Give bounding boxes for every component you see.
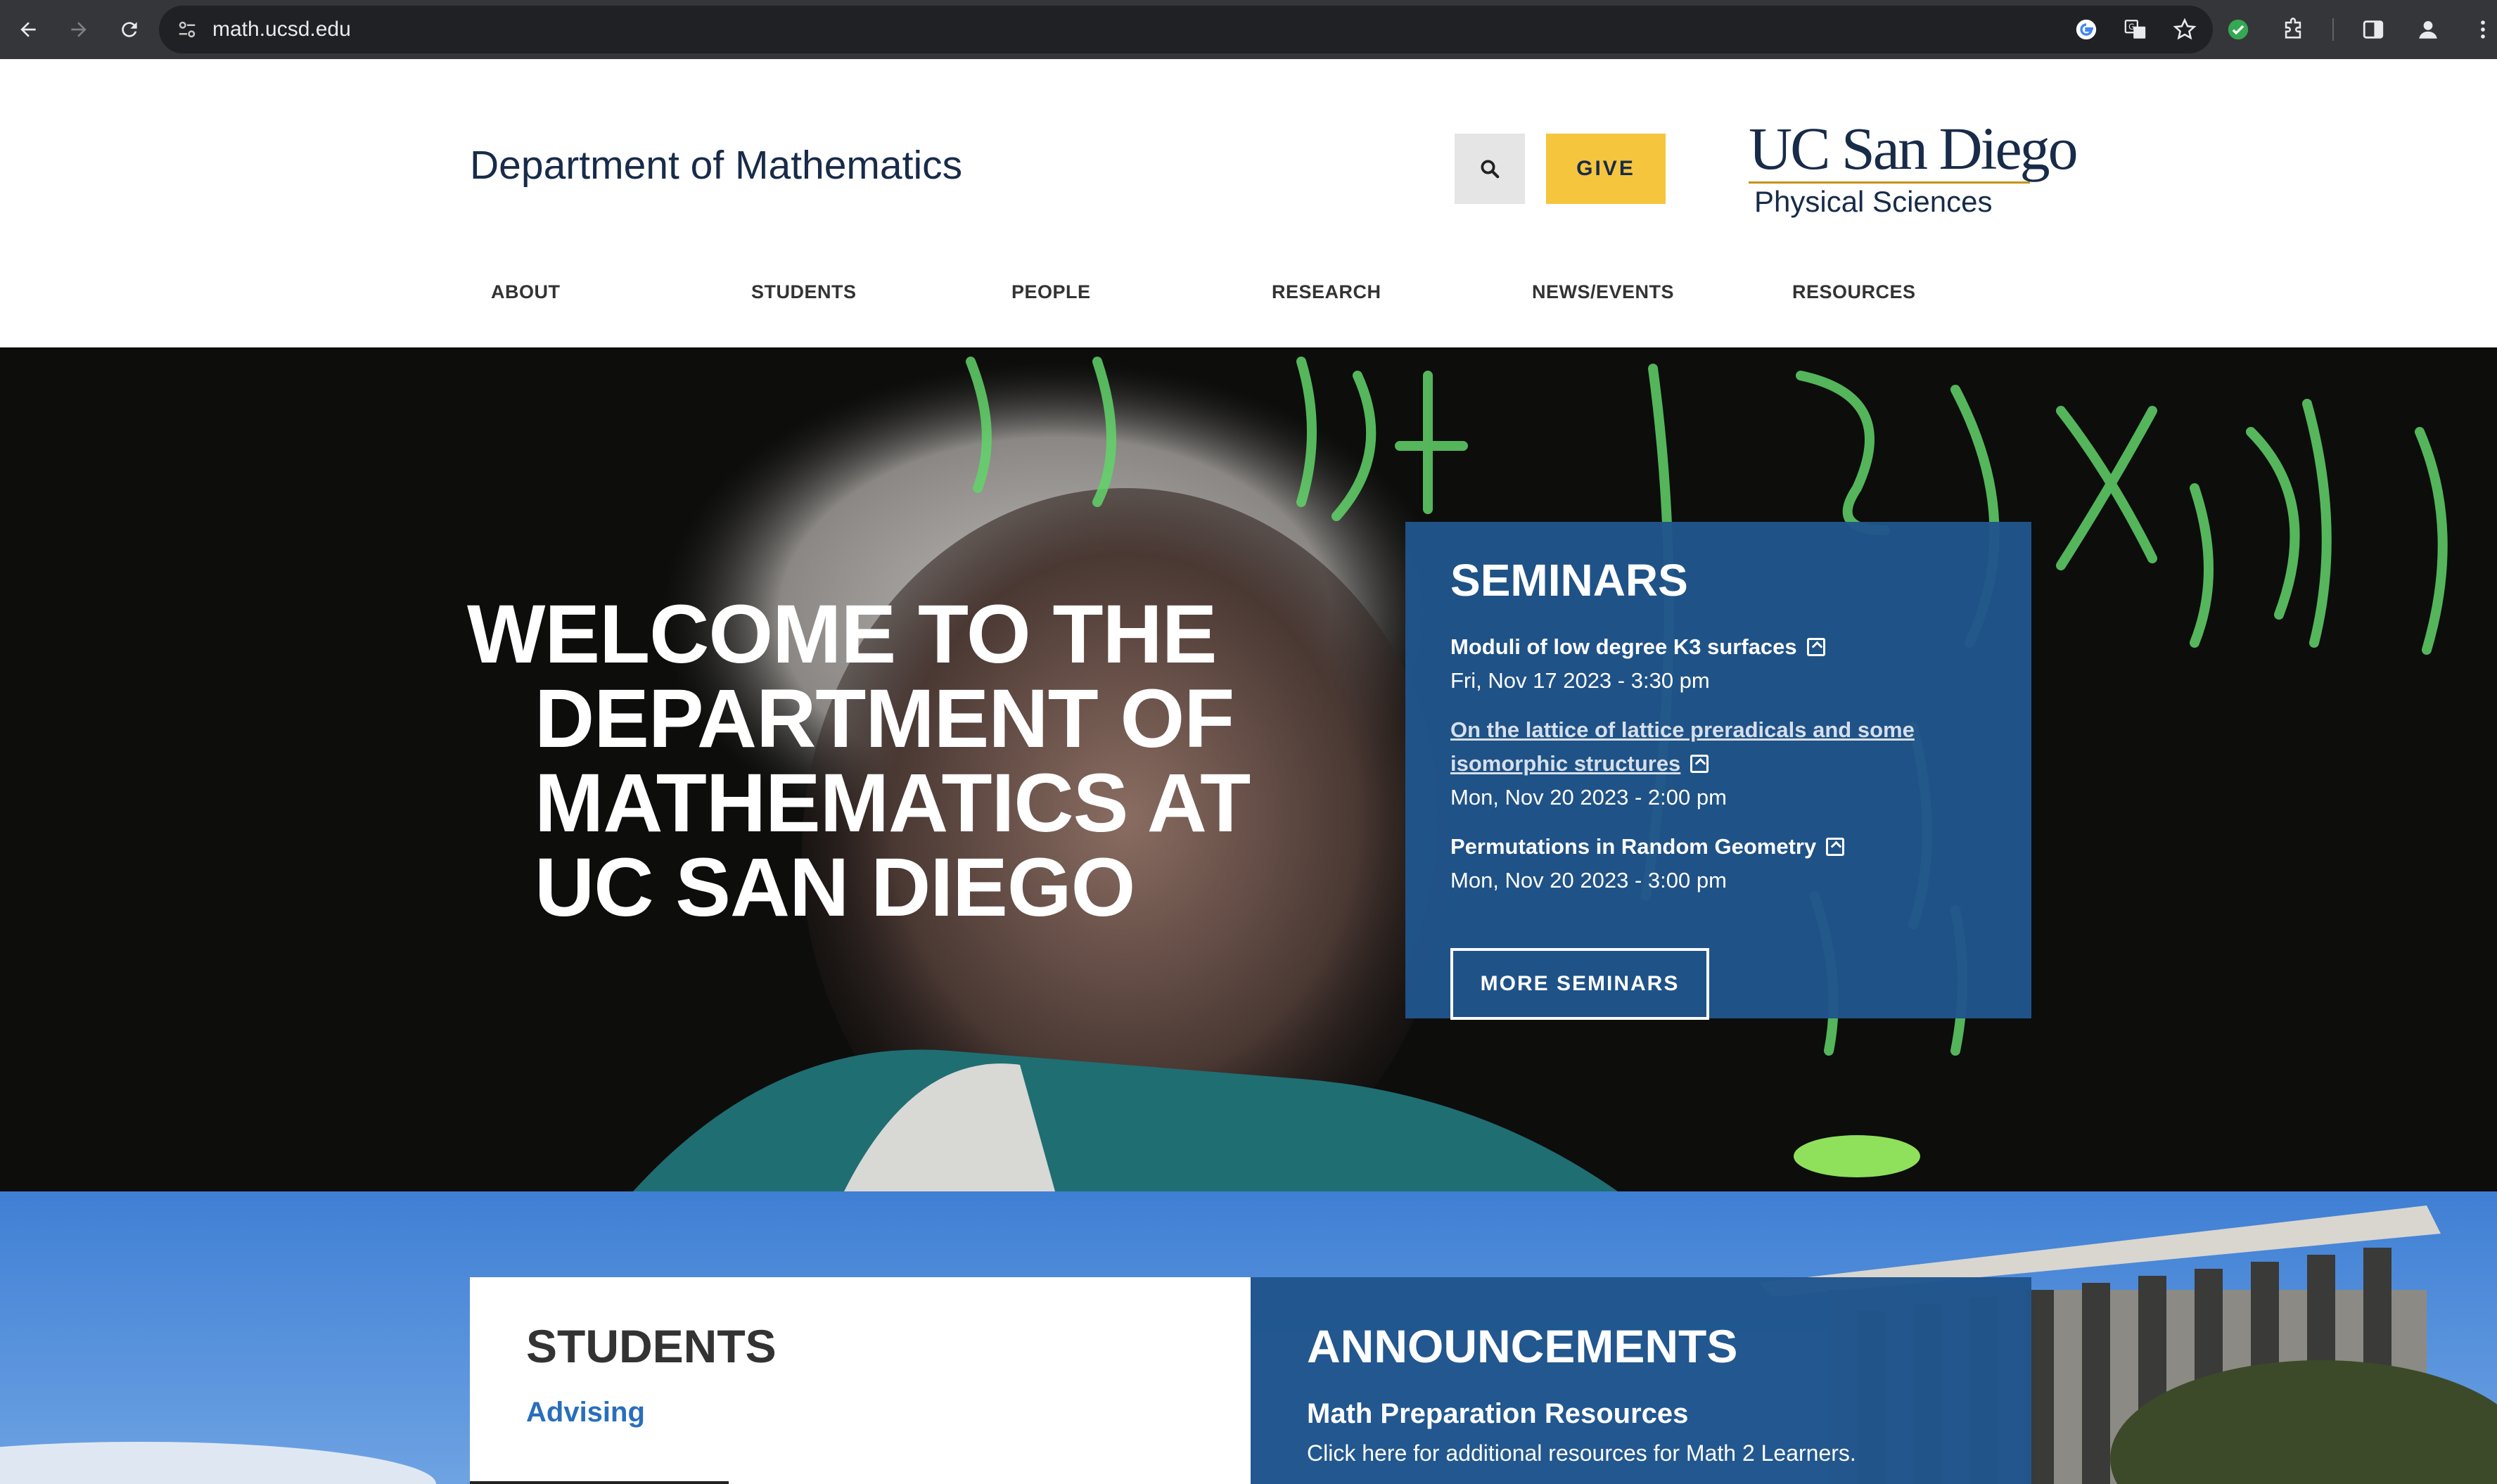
external-link-icon <box>1806 638 1825 656</box>
announcement-title-link[interactable]: Math Preparation Resources <box>1307 1395 1975 1432</box>
svg-text:G: G <box>2128 22 2135 32</box>
students-card: STUDENTS Advising <box>470 1277 1251 1484</box>
translate-icon[interactable]: G <box>2121 15 2150 44</box>
search-button[interactable] <box>1455 134 1525 204</box>
lower-section: STUDENTS Advising ANNOUNCEMENTS Math Pre… <box>0 1191 2497 1484</box>
reload-button[interactable] <box>107 7 152 52</box>
bookmark-star-icon[interactable] <box>2171 15 2199 44</box>
back-button[interactable] <box>6 7 51 52</box>
seminar-date: Mon, Nov 20 2023 - 3:00 pm <box>1450 868 1727 893</box>
forward-button[interactable] <box>56 7 101 52</box>
give-button[interactable]: GIVE <box>1546 134 1666 204</box>
welcome-line-4: UC SAN DIEGO <box>535 841 1135 934</box>
announcements-heading: ANNOUNCEMENTS <box>1307 1320 1738 1372</box>
seminars-heading: SEMINARS <box>1450 555 1688 606</box>
seminar-item: Permutations in Random Geometry Mon, Nov… <box>1450 830 1986 897</box>
nav-people[interactable]: PEOPLE <box>1011 281 1091 303</box>
site-header: Department of Mathematics GIVE UC San Di… <box>0 59 2497 347</box>
profile-avatar-icon[interactable] <box>2413 14 2444 45</box>
announcement-text[interactable]: Click here for additional resources for … <box>1307 1438 1975 1469</box>
arrow-left-icon <box>20 22 36 37</box>
more-seminars-button[interactable]: MORE SEMINARS <box>1450 948 1709 1020</box>
more-menu-icon[interactable] <box>2467 14 2497 45</box>
logo-wordmark: UC San Diego <box>1749 115 2078 182</box>
seminar-date: Mon, Nov 20 2023 - 2:00 pm <box>1450 785 1727 810</box>
browser-toolbar: math.ucsd.edu G <box>0 0 2497 59</box>
welcome-line-1: WELCOME TO THE <box>467 588 1217 681</box>
seminar-title-link[interactable]: On the lattice of lattice preradicals an… <box>1450 713 1986 781</box>
welcome-line-3: MATHEMATICS AT <box>535 757 1251 850</box>
url-text[interactable]: math.ucsd.edu <box>212 18 351 41</box>
logo-subtitle: Physical Sciences <box>1754 185 1993 218</box>
reload-icon <box>122 22 137 37</box>
main-navigation: ABOUT STUDENTS PEOPLE RESEARCH NEWS/EVEN… <box>0 281 2497 347</box>
address-bar[interactable]: math.ucsd.edu G <box>159 6 2213 53</box>
welcome-heading: WELCOME TO THE DEPARTMENT OF MATHEMATICS… <box>467 592 1346 930</box>
seminar-item: Moduli of low degree K3 surfaces Fri, No… <box>1450 630 1986 698</box>
seminars-panel: SEMINARS Moduli of low degree K3 surface… <box>1405 522 2031 1020</box>
students-divider <box>470 1481 729 1484</box>
nav-research[interactable]: RESEARCH <box>1272 281 1381 303</box>
advising-link[interactable]: Advising <box>526 1397 1194 1428</box>
seminar-title-link[interactable]: Permutations in Random Geometry <box>1450 830 1986 864</box>
announcements-card: ANNOUNCEMENTS Math Preparation Resources… <box>1251 1277 2031 1484</box>
extension-check-icon[interactable] <box>2223 14 2254 45</box>
side-panel-icon[interactable] <box>2358 14 2389 45</box>
nav-resources[interactable]: RESOURCES <box>1792 281 1916 303</box>
nav-about[interactable]: ABOUT <box>491 281 561 303</box>
ucsd-physical-sciences-logo[interactable]: UC San Diego Physical Sciences <box>1749 115 2078 218</box>
extensions-puzzle-icon[interactable] <box>2278 14 2308 45</box>
search-icon <box>1481 160 1500 179</box>
seminar-date: Fri, Nov 17 2023 - 3:30 pm <box>1450 668 1710 693</box>
department-title-link[interactable]: Department of Mathematics <box>470 142 962 188</box>
external-link-icon <box>1690 755 1709 773</box>
seminar-item: On the lattice of lattice preradicals an… <box>1450 713 1986 814</box>
site-info-icon[interactable] <box>173 15 201 44</box>
arrow-right-icon <box>71 22 87 37</box>
welcome-line-2: DEPARTMENT OF <box>535 672 1234 765</box>
seminar-title-link[interactable]: Moduli of low degree K3 surfaces <box>1450 630 1986 664</box>
toolbar-divider <box>2332 18 2334 41</box>
nav-news-events[interactable]: NEWS/EVENTS <box>1532 281 1674 303</box>
nav-students[interactable]: STUDENTS <box>751 281 857 303</box>
external-link-icon <box>1826 838 1845 856</box>
students-heading: STUDENTS <box>526 1320 777 1372</box>
google-lens-icon[interactable] <box>2072 15 2100 44</box>
hero-section: WELCOME TO THE DEPARTMENT OF MATHEMATICS… <box>0 347 2497 1191</box>
